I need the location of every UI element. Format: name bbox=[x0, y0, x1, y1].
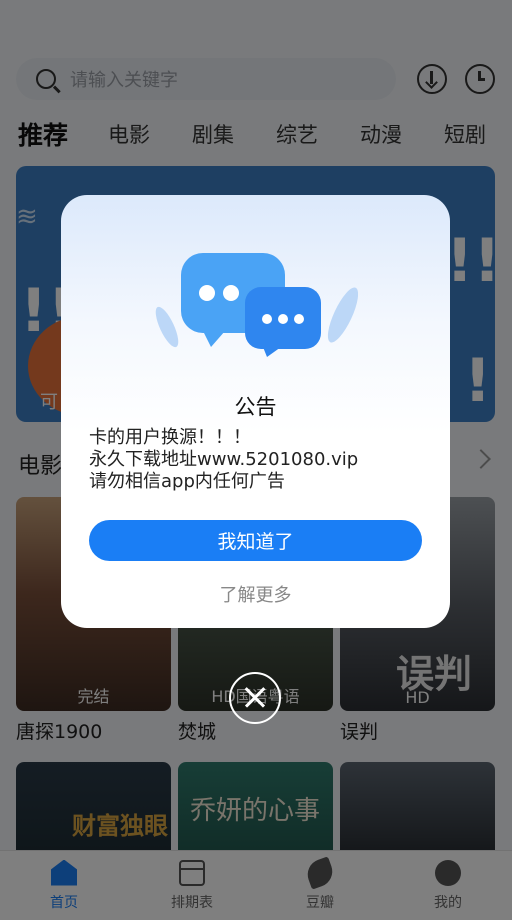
dialog-title: 公告 bbox=[234, 395, 277, 419]
message-line: 卡的用户换源！！！ bbox=[89, 427, 251, 448]
learn-more-link[interactable]: 了解更多 bbox=[61, 581, 450, 607]
message-line: 永久下载地址www.5201080.vip bbox=[89, 449, 359, 470]
confirm-button[interactable]: 我知道了 bbox=[89, 520, 422, 561]
announcement-dialog: 公告 卡的用户换源！！！ 永久下载地址www.5201080.vip 请勿相信a… bbox=[61, 195, 450, 628]
dialog-message: 卡的用户换源！！！ 永久下载地址www.5201080.vip 请勿相信app内… bbox=[89, 427, 429, 493]
close-icon[interactable] bbox=[229, 672, 281, 724]
message-line: 请勿相信app内任何广告 bbox=[89, 471, 285, 492]
chat-bubbles-icon bbox=[155, 253, 358, 357]
